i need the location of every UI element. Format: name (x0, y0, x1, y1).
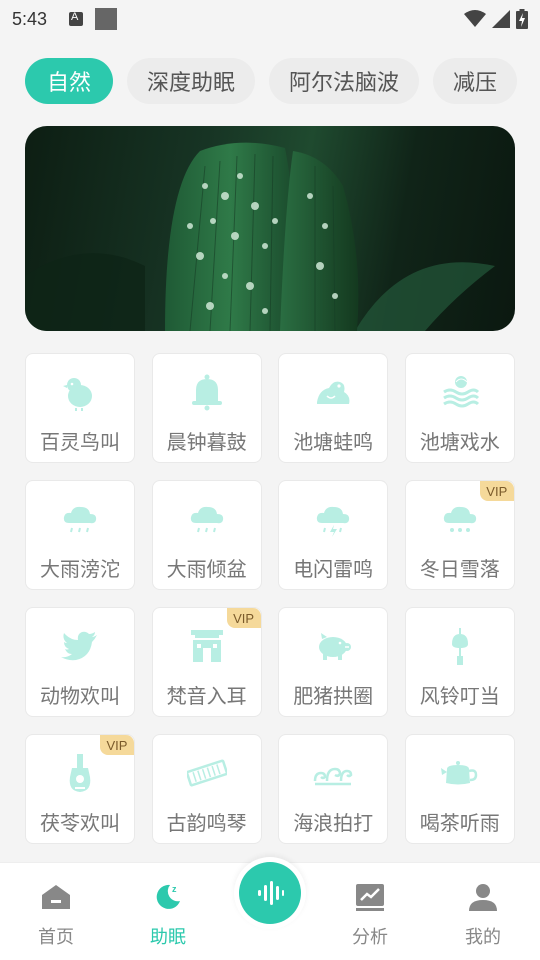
svg-text:z: z (172, 884, 177, 894)
nav-analysis-label: 分析 (352, 927, 388, 948)
sound-tile[interactable]: 梵音入耳 VIP (151, 607, 262, 717)
sound-tile[interactable]: 海浪拍打 (278, 734, 389, 844)
notification-a-icon (69, 11, 84, 26)
sound-tile-label: 冬日雪落 (419, 557, 500, 581)
sound-tile-label: 风铃叮当 (419, 684, 500, 708)
wave-icon (311, 751, 355, 795)
home-icon (42, 885, 70, 909)
zither-icon (185, 751, 229, 795)
water-icon (438, 370, 482, 414)
twitter-bird-icon (58, 624, 102, 668)
snow-cloud-icon (438, 497, 482, 541)
user-icon (469, 884, 497, 911)
sound-tile[interactable]: 风铃叮当 (404, 607, 515, 717)
sound-tile[interactable]: 大雨滂沱 (25, 480, 135, 590)
sound-wave-icon (258, 881, 284, 905)
rain-cloud-icon (58, 497, 102, 541)
status-bar: 5:43 (0, 0, 540, 38)
nav-sleep-label: 助眠 (150, 927, 186, 948)
sound-tile-label: 古韵鸣琴 (166, 811, 247, 835)
nav-analysis[interactable]: 分析 (330, 881, 410, 949)
sound-tile-label: 大雨滂沱 (40, 557, 120, 581)
nav-home[interactable]: 首页 (16, 881, 96, 949)
nav-mine-label: 我的 (465, 927, 501, 948)
sound-tile-label: 海浪拍打 (293, 811, 374, 835)
sound-tile-label: 池塘蛙鸣 (293, 430, 374, 454)
sound-tile-label: 喝茶听雨 (419, 811, 500, 835)
sound-tile[interactable]: 晨钟暮鼓 (151, 353, 262, 463)
sound-tile[interactable]: 肥猪拱圈 (278, 607, 389, 717)
sound-tile[interactable]: 池塘蛙鸣 (278, 353, 389, 463)
sound-tile-label: 茯苓欢叫 (40, 811, 120, 835)
sound-tile-label: 梵音入耳 (166, 684, 247, 708)
play-sound-button[interactable] (234, 857, 306, 929)
tab-3[interactable]: 减压 (433, 58, 518, 104)
moon-icon: z (156, 884, 180, 909)
sound-tile[interactable]: 百灵鸟叫 (25, 353, 135, 463)
tab-2[interactable]: 阿尔法脑波 (269, 58, 420, 104)
frog-icon (311, 370, 355, 414)
teapot-icon (438, 751, 482, 795)
bell-icon (185, 370, 229, 414)
bottom-nav: 首页 z 助眠 分析 我的 (0, 857, 540, 960)
chart-icon (356, 884, 384, 911)
sound-tile-label: 电闪雷鸣 (293, 557, 374, 581)
sound-tile-label: 动物欢叫 (40, 684, 120, 708)
sound-tile[interactable]: 冬日雪落 VIP (404, 480, 515, 590)
nav-home-label: 首页 (38, 927, 74, 948)
nav-sleep[interactable]: z 助眠 (128, 881, 208, 949)
leaf-with-droplets-image (25, 142, 495, 331)
nav-mine[interactable]: 我的 (443, 881, 523, 949)
battery-icon (516, 9, 528, 29)
pig-icon (311, 624, 355, 668)
wind-chime-icon (438, 624, 482, 668)
sound-tile[interactable]: 动物欢叫 (25, 607, 135, 717)
sound-grid: 百灵鸟叫 晨钟暮鼓 池塘蛙鸣 池塘戏水大雨滂沱 大雨倾盆 电闪雷鸣 冬日雪落 VIP 动物欢叫 梵… (25, 353, 515, 844)
sound-tile[interactable]: 池塘戏水 (404, 353, 515, 463)
category-tabs: 自然 深度助眠 阿尔法脑波 减压 (25, 58, 518, 104)
vip-badge: VIP (479, 481, 514, 501)
vip-badge: VIP (226, 608, 261, 628)
sound-tile-label: 肥猪拱圈 (293, 684, 374, 708)
banner-image[interactable] (25, 126, 515, 331)
sound-tile[interactable]: 古韵鸣琴 (151, 734, 262, 844)
sound-tile-label: 大雨倾盆 (166, 557, 247, 581)
tab-0[interactable]: 自然 (25, 58, 114, 104)
vip-badge: VIP (100, 735, 134, 755)
bird-icon (58, 370, 102, 414)
sound-tile-label: 百灵鸟叫 (40, 430, 120, 454)
sound-tile-label: 池塘戏水 (419, 430, 500, 454)
guitar-icon (58, 751, 102, 795)
signal-icon (492, 10, 510, 28)
sound-tile-label: 晨钟暮鼓 (166, 430, 247, 454)
temple-icon (185, 624, 229, 668)
thunder-cloud-icon (311, 497, 355, 541)
sound-tile[interactable]: 茯苓欢叫 VIP (25, 734, 135, 844)
tab-1[interactable]: 深度助眠 (127, 58, 256, 104)
sound-tile[interactable]: 大雨倾盆 (151, 480, 262, 590)
rain-cloud-icon (185, 497, 229, 541)
notification-square-icon (95, 8, 118, 30)
status-time: 5:43 (12, 8, 48, 29)
sound-tile[interactable]: 喝茶听雨 (404, 734, 515, 844)
sound-tile[interactable]: 电闪雷鸣 (278, 480, 389, 590)
wifi-icon (464, 10, 486, 27)
